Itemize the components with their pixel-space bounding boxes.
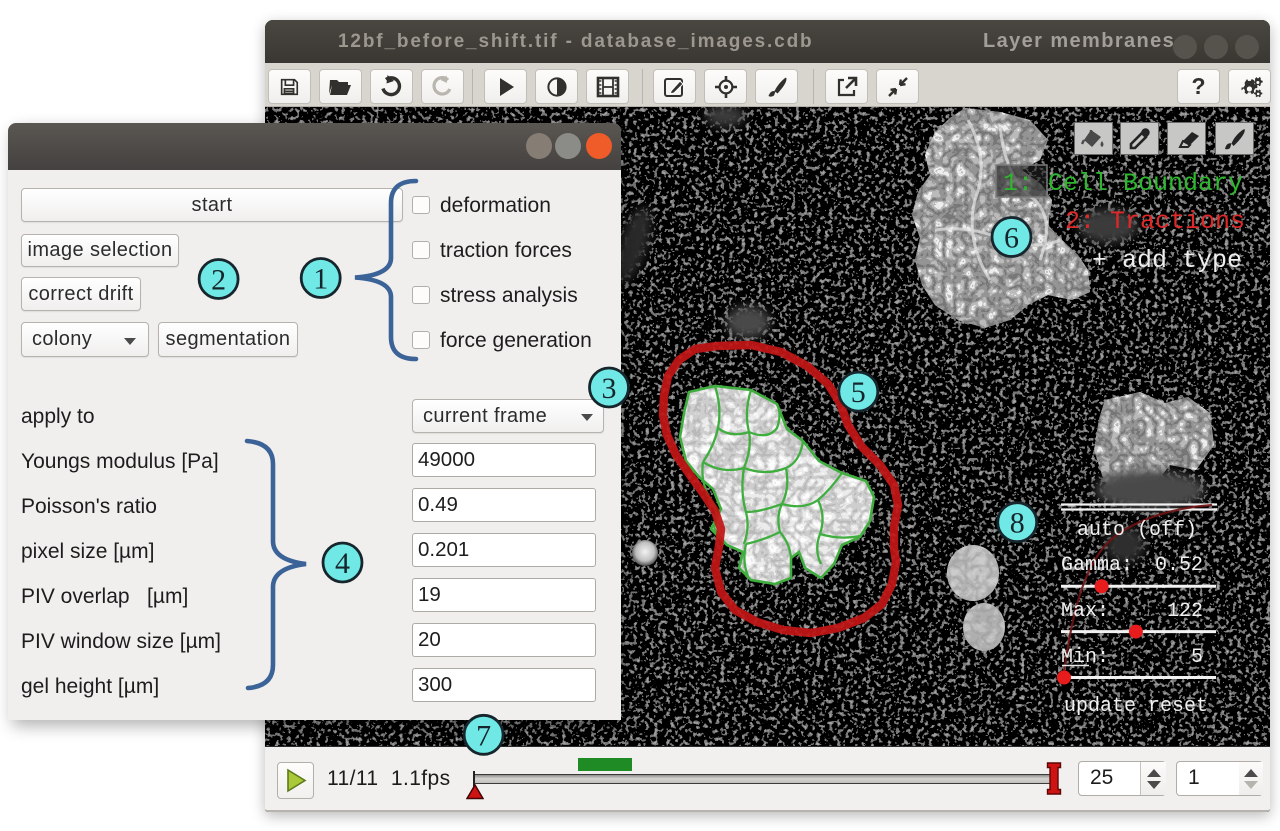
svg-text:5: 5 bbox=[1191, 646, 1203, 669]
svg-text:2: Tractions: 2: Tractions bbox=[1065, 207, 1245, 236]
svg-text:Max:: Max: bbox=[1061, 600, 1109, 623]
svg-text:update reset: update reset bbox=[1064, 695, 1208, 718]
svg-text:0.52: 0.52 bbox=[1155, 554, 1203, 577]
svg-text:auto (off): auto (off) bbox=[1077, 519, 1197, 542]
svg-text:1: Cell Boundary: 1: Cell Boundary bbox=[1003, 169, 1243, 198]
svg-text:Gamma:: Gamma: bbox=[1061, 554, 1133, 577]
svg-text:122: 122 bbox=[1167, 600, 1203, 623]
svg-text:+ add type: + add type bbox=[1092, 246, 1242, 275]
